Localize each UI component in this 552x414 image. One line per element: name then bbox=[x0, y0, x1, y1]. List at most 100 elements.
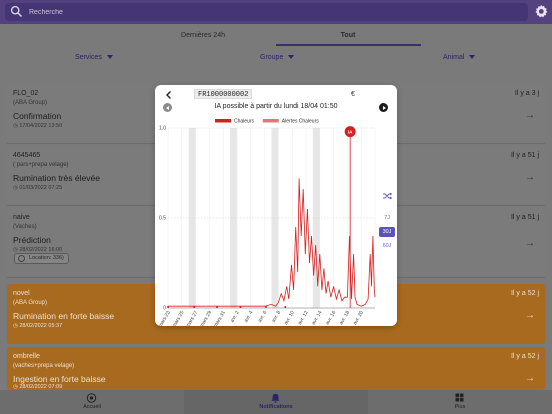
tab-bar: Dernières 24h Tout bbox=[0, 24, 552, 48]
time-ago: Il y a 52 j bbox=[510, 353, 539, 360]
x-tick-label: avr. 14 bbox=[311, 310, 324, 326]
caret-down-icon bbox=[106, 55, 113, 60]
range-60-days[interactable]: 60J bbox=[380, 243, 394, 249]
notification-title: Confirmation bbox=[13, 111, 62, 121]
group-name: ( pars+prepa velage) bbox=[13, 162, 69, 168]
arrow-right-icon[interactable]: → bbox=[525, 172, 535, 183]
x-tick-label: mars 23 bbox=[158, 310, 172, 326]
next-arrow-icon[interactable] bbox=[379, 103, 388, 112]
notification-title: Rumination très élevée bbox=[13, 173, 100, 183]
filter-group[interactable]: Groupe bbox=[260, 54, 295, 61]
arrow-right-icon[interactable]: → bbox=[525, 238, 535, 249]
notification-date: ◷ 17/04/2022 13:50 bbox=[13, 123, 62, 129]
time-ago: Il y a 3 j bbox=[514, 90, 539, 97]
active-tab-indicator bbox=[276, 44, 421, 46]
time-ago: Il y a 51 j bbox=[510, 214, 539, 221]
group-name: (ABA Group) bbox=[13, 100, 48, 106]
notification-date-value: 28/02/2022 05:37 bbox=[19, 323, 63, 329]
x-tick-label: avr. 4 bbox=[243, 310, 254, 324]
tab-last-24h[interactable]: Dernières 24h bbox=[143, 32, 263, 39]
alert-marker bbox=[167, 306, 169, 308]
x-tick-label: avr. 18 bbox=[338, 310, 351, 326]
x-tick-label: avr. 16 bbox=[325, 310, 338, 326]
shuffle-icon[interactable] bbox=[382, 192, 392, 200]
x-tick-label: avr. 8 bbox=[271, 310, 282, 324]
alert-marker bbox=[239, 306, 242, 308]
heat-chart-modal: FR1000000002 € IA possible à partir du l… bbox=[155, 85, 397, 326]
nav-home-label: Accueil bbox=[83, 404, 101, 410]
alert-marker bbox=[215, 306, 218, 308]
bottom-navigation: Accueil Notifications Plus bbox=[0, 390, 552, 414]
cow-icon[interactable]: € bbox=[351, 90, 360, 99]
insemination-heading: IA possible à partir du lundi 18/04 01:5… bbox=[214, 103, 338, 110]
location-icon bbox=[18, 255, 25, 262]
search-icon bbox=[10, 5, 23, 18]
x-tick-label: mars 27 bbox=[185, 310, 199, 326]
range-30-days[interactable]: 30J bbox=[379, 227, 395, 237]
previous-arrow-icon[interactable] bbox=[163, 103, 172, 112]
arrow-right-icon[interactable]: → bbox=[525, 373, 535, 384]
filter-animal[interactable]: Animal bbox=[443, 54, 476, 61]
nav-notifications[interactable]: Notifications bbox=[184, 390, 368, 414]
x-tick-label: mars 31 bbox=[213, 310, 227, 326]
group-name: (vaches+prepa velage) bbox=[13, 363, 75, 369]
search-input[interactable] bbox=[29, 4, 509, 20]
notification-date: ◷ 28/02/2022 05:37 bbox=[13, 323, 62, 329]
caret-down-icon bbox=[288, 55, 295, 60]
notification-card[interactable]: ombrelle (vaches+prepa velage) Ingestion… bbox=[7, 347, 545, 390]
notification-title: Prédiction bbox=[13, 235, 51, 245]
animal-id: FR1000000002 bbox=[194, 89, 253, 99]
notification-date-value: 01/03/2022 07:25 bbox=[19, 185, 63, 191]
x-tick-label: avr. 6 bbox=[257, 310, 268, 324]
home-icon bbox=[86, 393, 97, 403]
heat-chart: Chaleurs Alertes Chaleurs1.00.50mars 23 ma… bbox=[158, 119, 376, 326]
legend-label: Chaleurs bbox=[234, 119, 255, 125]
animal-name: naive bbox=[13, 214, 30, 221]
time-ago: Il y a 51 j bbox=[510, 152, 539, 159]
gear-icon[interactable] bbox=[534, 4, 548, 18]
animal-name: FLO_02 bbox=[13, 90, 39, 97]
x-tick-label: avr. 10 bbox=[283, 310, 296, 326]
notification-date-value: 17/04/2022 13:50 bbox=[19, 123, 63, 129]
x-tick-label: mars 29 bbox=[199, 310, 213, 326]
x-tick-label: mars 25 bbox=[171, 310, 185, 326]
x-tick-label: avr. 20 bbox=[352, 310, 365, 326]
nav-home[interactable]: Accueil bbox=[0, 390, 184, 414]
top-bar bbox=[0, 0, 552, 24]
animal-name: 4645465 bbox=[13, 152, 41, 159]
filter-services[interactable]: Services bbox=[75, 54, 113, 61]
legend-swatch bbox=[215, 119, 231, 123]
notification-title: Ingestion en forte baisse bbox=[13, 374, 106, 384]
group-name: (ABA Group) bbox=[13, 300, 48, 306]
y-tick-label: 0.5 bbox=[159, 216, 166, 222]
group-name: (Vaches) bbox=[13, 224, 37, 230]
nav-more-label: Plus bbox=[454, 404, 466, 410]
legend-swatch bbox=[262, 119, 279, 123]
bell-icon bbox=[271, 393, 280, 403]
filter-services-label: Services bbox=[75, 54, 102, 61]
legend-label: Alertes Chaleurs bbox=[282, 119, 319, 125]
filter-bar: Services Groupe Animal bbox=[0, 54, 552, 68]
time-ago: Il y a 52 j bbox=[510, 290, 539, 297]
notification-date: ◷ 01/03/2022 07:25 bbox=[13, 185, 62, 191]
y-tick-label: 1.0 bbox=[159, 126, 166, 132]
chevron-left-icon[interactable] bbox=[164, 90, 174, 100]
tab-all[interactable]: Tout bbox=[288, 32, 408, 39]
nav-more[interactable]: Plus bbox=[368, 390, 552, 414]
filter-animal-label: Animal bbox=[443, 54, 465, 61]
grid-icon bbox=[455, 393, 464, 402]
location-label: Location: 336) bbox=[29, 255, 64, 261]
caret-down-icon bbox=[469, 55, 476, 60]
alert-marker bbox=[264, 306, 267, 308]
alert-marker bbox=[193, 306, 196, 308]
nav-notifications-label: Notifications bbox=[259, 404, 293, 410]
arrow-right-icon[interactable]: → bbox=[525, 310, 535, 321]
notification-title: Rumination en forte baisse bbox=[13, 311, 115, 321]
alert-marker bbox=[284, 306, 287, 308]
range-7-days[interactable]: 7J bbox=[381, 215, 393, 221]
x-tick-label: avr. 2 bbox=[229, 310, 240, 324]
heat-alert-label: IA bbox=[348, 129, 353, 134]
search-box[interactable] bbox=[5, 3, 528, 21]
arrow-right-icon[interactable]: → bbox=[525, 110, 535, 121]
x-tick-label: avr. 12 bbox=[297, 310, 310, 326]
